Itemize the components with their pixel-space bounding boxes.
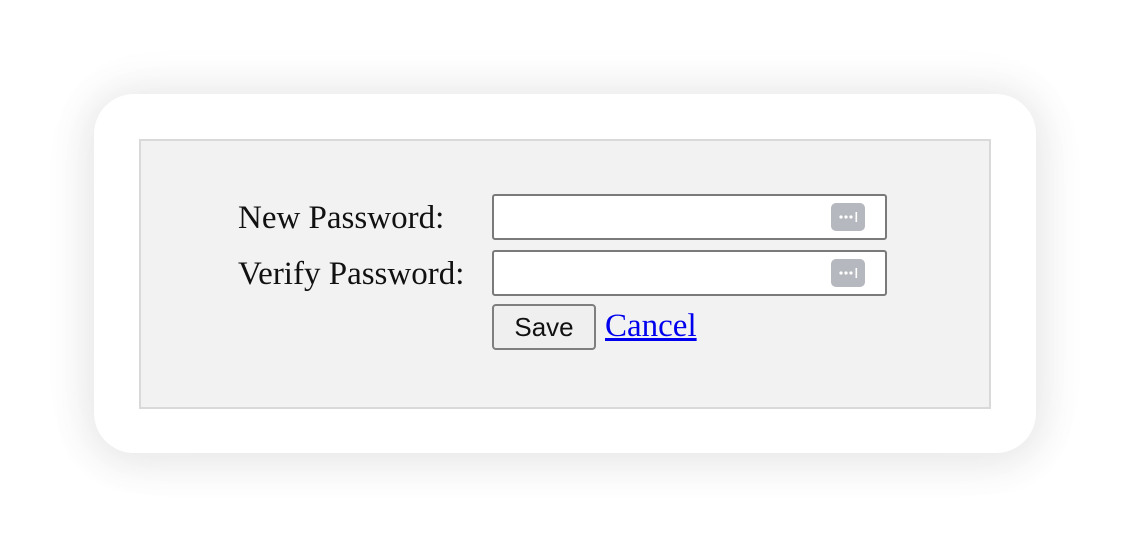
save-button[interactable]: Save [492, 304, 596, 350]
cancel-link[interactable]: Cancel [605, 307, 697, 345]
verify-password-field[interactable] [492, 250, 887, 296]
new-password-label: New Password: [238, 200, 445, 236]
verify-password-label: Verify Password: [238, 256, 465, 292]
new-password-input[interactable] [502, 200, 822, 234]
dialog-card: New Password: Verify Password: Save Canc… [94, 94, 1036, 453]
password-manager-icon[interactable] [831, 203, 865, 231]
change-password-panel: New Password: Verify Password: Save Canc… [139, 139, 991, 409]
password-manager-icon[interactable] [831, 259, 865, 287]
new-password-field[interactable] [492, 194, 887, 240]
verify-password-input[interactable] [502, 256, 822, 290]
